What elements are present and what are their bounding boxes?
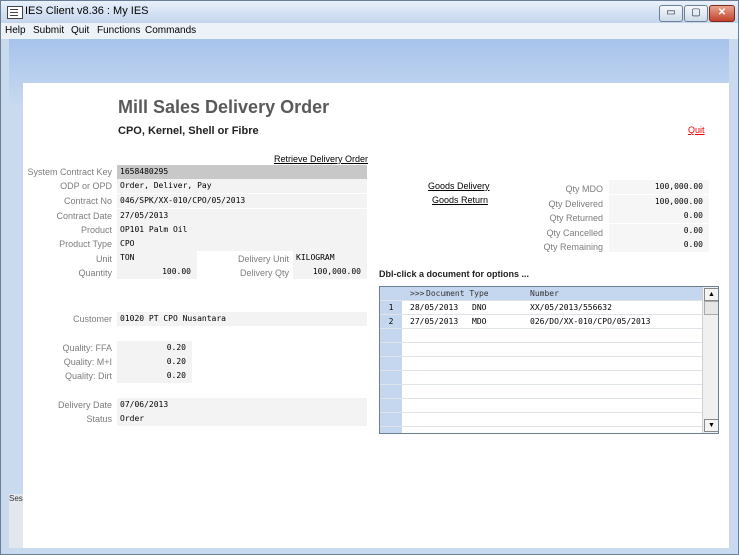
delivery-unit-label: Delivery Unit (237, 254, 289, 264)
maximize-button[interactable]: ▢ (684, 5, 708, 22)
grid-header-marker: >>> (410, 289, 425, 298)
row-date: 28/05/2013 (410, 303, 459, 312)
contract-date-label: Contract Date (56, 211, 112, 221)
product-type-label: Product Type (59, 239, 112, 249)
empty-row (380, 329, 702, 343)
scroll-thumb[interactable] (704, 301, 718, 315)
app-icon (7, 6, 23, 19)
product-type-field[interactable]: CPO (117, 237, 367, 251)
menu-functions[interactable]: Functions (97, 25, 140, 36)
table-row[interactable]: 2 27/05/2013 MDO 026/DO/XX-010/CPO/05/20… (380, 315, 702, 329)
empty-row (380, 427, 702, 433)
empty-row (380, 385, 702, 399)
odp-or-opd-label: ODP or OPD (60, 181, 112, 191)
row-date: 27/05/2013 (410, 317, 459, 326)
grid-header-document-type[interactable]: Document Type (426, 287, 489, 300)
row-index: 2 (380, 315, 402, 328)
menu-bar: Help Submit Quit Functions Commands (1, 23, 738, 39)
scroll-down-icon[interactable]: ▼ (704, 419, 718, 432)
session-side-panel[interactable]: Ses (9, 494, 23, 548)
status-field[interactable]: Order (117, 412, 367, 426)
scroll-up-icon[interactable]: ▲ (704, 288, 718, 301)
menu-help[interactable]: Help (5, 25, 26, 36)
customer-field[interactable]: 01020 PT CPO Nusantara (117, 312, 367, 326)
goods-return-link[interactable]: Goods Return (432, 195, 488, 205)
grid-header-number[interactable]: Number (530, 287, 559, 300)
unit-field[interactable]: TON (117, 251, 197, 265)
quality-mi-field[interactable]: 0.20 (117, 355, 192, 369)
grid-scrollbar[interactable]: ▲ ▼ (702, 287, 718, 433)
row-number: 026/DO/XX-010/CPO/05/2013 (530, 317, 651, 326)
delivery-qty-field[interactable]: 100,000.00 (293, 265, 367, 279)
empty-row (380, 343, 702, 357)
goods-delivery-link[interactable]: Goods Delivery (428, 181, 490, 191)
empty-row (380, 357, 702, 371)
session-label: Ses (9, 494, 23, 503)
system-contract-key-label: System Contract Key (27, 167, 112, 177)
contract-no-field[interactable]: 046/SPK/XX-010/CPO/05/2013 (117, 194, 367, 208)
delivery-date-label: Delivery Date (57, 400, 112, 410)
qty-remaining-field[interactable]: 0.00 (609, 238, 709, 252)
qty-mdo-label: Qty MDO (565, 184, 604, 194)
quality-dirt-label: Quality: Dirt (64, 371, 112, 381)
status-label: Status (86, 414, 112, 424)
qty-cancelled-label: Qty Cancelled (546, 228, 603, 238)
app-window: IES Client v8.36 : My IES ▭ ▢ ✕ Help Sub… (0, 0, 739, 555)
row-type: DNO (472, 303, 487, 312)
quality-ffa-field[interactable]: 0.20 (117, 341, 192, 355)
empty-row (380, 413, 702, 427)
row-index: 1 (380, 301, 402, 314)
qty-delivered-field[interactable]: 100,000.00 (609, 195, 709, 209)
window-title: IES Client v8.36 : My IES (25, 5, 149, 17)
row-number: XX/05/2013/556632 (530, 303, 612, 312)
quantity-label: Quantity (78, 268, 112, 278)
quit-link[interactable]: Quit (688, 125, 705, 135)
delivery-qty-label: Delivery Qty (239, 268, 289, 278)
contract-date-field[interactable]: 27/05/2013 (117, 209, 367, 223)
quality-ffa-label: Quality: FFA (62, 343, 112, 353)
qty-delivered-label: Qty Delivered (548, 199, 603, 209)
quality-dirt-field[interactable]: 0.20 (117, 369, 192, 383)
delivery-unit-field[interactable]: KILOGRAM (293, 251, 367, 265)
page-subtitle: CPO, Kernel, Shell or Fibre (118, 125, 259, 137)
customer-label: Customer (72, 314, 112, 324)
qty-remaining-label: Qty Remaining (543, 242, 603, 252)
documents-grid-title: Dbl-click a document for options ... (379, 269, 530, 279)
product-label: Product (80, 225, 112, 235)
qty-returned-label: Qty Returned (549, 213, 603, 223)
minimize-button[interactable]: ▭ (659, 5, 683, 22)
system-contract-key-field[interactable]: 1658480295 (117, 165, 367, 179)
quality-mi-label: Quality: M+I (63, 357, 112, 367)
menu-commands[interactable]: Commands (145, 25, 196, 36)
close-button[interactable]: ✕ (709, 5, 735, 22)
empty-row (380, 371, 702, 385)
page-title: Mill Sales Delivery Order (118, 97, 330, 117)
qty-mdo-field[interactable]: 100,000.00 (609, 180, 709, 194)
documents-grid[interactable]: >>> Document Type Number 1 28/05/2013 DN… (379, 286, 719, 434)
client-area: Ses Mill Sales Delivery Order CPO, Kerne… (9, 39, 729, 548)
contract-no-label: Contract No (63, 196, 112, 206)
empty-row (380, 399, 702, 413)
table-row[interactable]: 1 28/05/2013 DNO XX/05/2013/556632 (380, 301, 702, 315)
documents-grid-rows: >>> Document Type Number 1 28/05/2013 DN… (380, 287, 702, 433)
retrieve-delivery-order-link[interactable]: Retrieve Delivery Order (274, 154, 368, 164)
title-bar[interactable]: IES Client v8.36 : My IES ▭ ▢ ✕ (1, 1, 738, 23)
qty-returned-field[interactable]: 0.00 (609, 209, 709, 223)
row-type: MDO (472, 317, 487, 326)
grid-header-row: >>> Document Type Number (380, 287, 702, 301)
qty-cancelled-field[interactable]: 0.00 (609, 224, 709, 238)
delivery-date-field[interactable]: 07/06/2013 (117, 398, 367, 412)
menu-submit[interactable]: Submit (33, 25, 64, 36)
unit-label: Unit (95, 254, 112, 264)
menu-quit[interactable]: Quit (71, 25, 89, 36)
odp-or-opd-field[interactable]: Order, Deliver, Pay (117, 179, 367, 193)
quantity-field[interactable]: 100.00 (117, 265, 197, 279)
product-field[interactable]: OP101 Palm Oil (117, 223, 367, 237)
